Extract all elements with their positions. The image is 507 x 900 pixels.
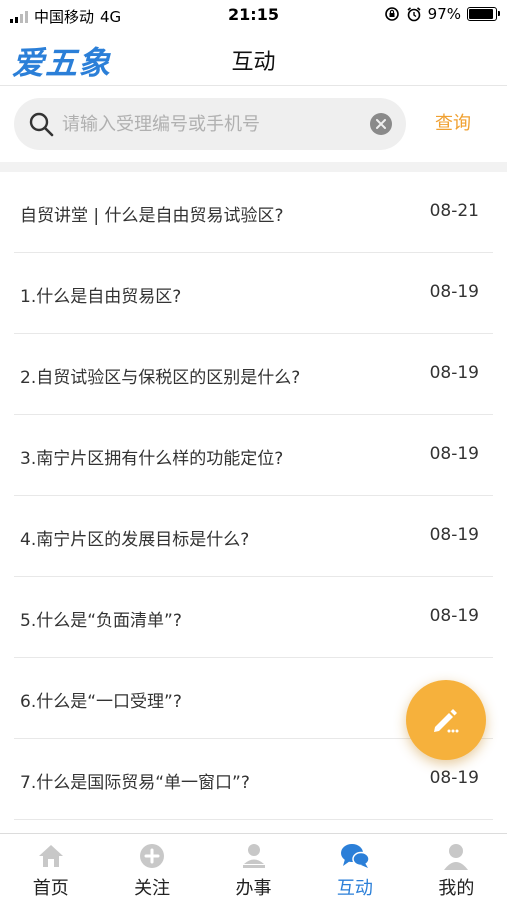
- pencil-icon: [434, 709, 459, 733]
- tab-label: 关注: [134, 878, 171, 899]
- search-icon: [29, 112, 54, 137]
- list-item[interactable]: 5.什么是“负面清单”? 08-19: [14, 577, 493, 658]
- header: 爱五象 互动: [0, 30, 507, 86]
- list-item-title: 5.什么是“负面清单”?: [20, 611, 182, 631]
- list-item[interactable]: 自贸讲堂 | 什么是自由贸易试验区? 08-21: [14, 172, 493, 253]
- tab-label: 办事: [235, 878, 272, 899]
- page-title: 互动: [231, 50, 276, 75]
- tab-home[interactable]: 首页: [0, 834, 101, 900]
- list-item-date: 08-19: [429, 606, 479, 626]
- tab-label: 首页: [32, 878, 69, 899]
- list-item-title: 3.南宁片区拥有什么样的功能定位?: [20, 449, 284, 469]
- list-item[interactable]: 4.南宁片区的发展目标是什么? 08-19: [14, 496, 493, 577]
- list-item-title: 2.自贸试验区与保税区的区别是什么?: [20, 368, 301, 388]
- tab-follow[interactable]: 关注: [101, 834, 202, 900]
- list-item-title: 4.南宁片区的发展目标是什么?: [20, 530, 250, 550]
- list-item-date: 08-19: [429, 768, 479, 788]
- list-item[interactable]: 3.南宁片区拥有什么样的功能定位? 08-19: [14, 415, 493, 496]
- user-icon: [441, 842, 471, 870]
- compose-button[interactable]: [406, 680, 486, 760]
- list-item-date: 08-19: [429, 363, 479, 383]
- tab-bar: 首页 关注 办事 互动 我的: [0, 833, 507, 900]
- list-item-title: 1.什么是自由贸易区?: [20, 287, 182, 307]
- list-item-date: 08-19: [429, 282, 479, 302]
- clear-icon[interactable]: [370, 113, 392, 135]
- battery-icon: [467, 7, 500, 21]
- list-item-date: 08-19: [429, 525, 479, 545]
- list-item-date: 08-19: [429, 444, 479, 464]
- tab-mine[interactable]: 我的: [406, 834, 507, 900]
- query-button[interactable]: 查询: [420, 108, 486, 140]
- list-item-title: 6.什么是“一口受理”?: [20, 692, 182, 712]
- tab-label: 我的: [438, 878, 475, 899]
- list-item-date: 08-21: [429, 201, 479, 221]
- home-icon: [36, 842, 66, 870]
- list-item[interactable]: 2.自贸试验区与保税区的区别是什么? 08-19: [14, 334, 493, 415]
- search-row: 查询: [0, 86, 507, 162]
- status-right: 97%: [384, 5, 500, 23]
- tab-label: 互动: [336, 878, 373, 899]
- person-desk-icon: [239, 842, 269, 870]
- chat-bubbles-icon: [340, 842, 370, 870]
- status-bar: 中国移动 4G 21:15 97%: [0, 0, 507, 30]
- search-input[interactable]: [62, 98, 362, 150]
- tab-services[interactable]: 办事: [203, 834, 304, 900]
- alarm-icon: [407, 7, 421, 22]
- rotation-lock-icon: [384, 7, 399, 21]
- search-box[interactable]: [14, 98, 406, 150]
- tab-interact[interactable]: 互动: [304, 834, 405, 900]
- section-divider: [0, 162, 507, 172]
- plus-circle-icon: [137, 842, 167, 870]
- list-item-title: 7.什么是国际贸易“单一窗口”?: [20, 773, 250, 793]
- list-item-title: 自贸讲堂 | 什么是自由贸易试验区?: [20, 206, 284, 226]
- list-item[interactable]: 1.什么是自由贸易区? 08-19: [14, 253, 493, 334]
- battery-percent: 97%: [427, 5, 461, 23]
